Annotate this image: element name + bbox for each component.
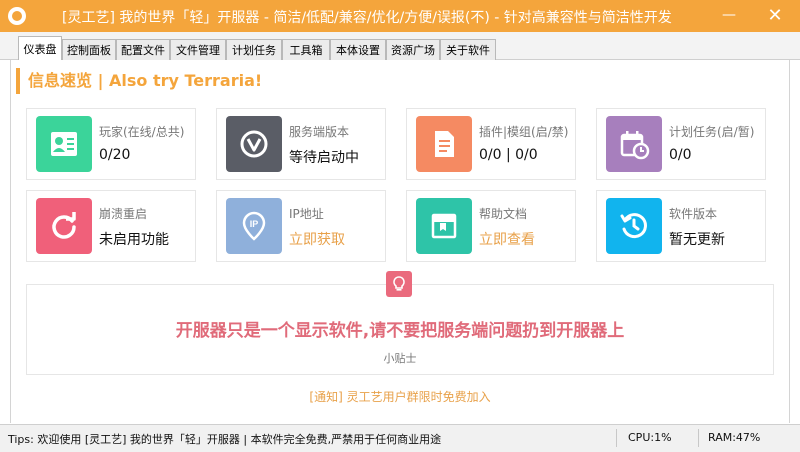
server-version-value: 等待启动中 — [289, 150, 359, 166]
software-version-card: 软件版本 暂无更新 — [596, 190, 766, 262]
user-card-icon — [36, 116, 92, 172]
calendar-clock-icon — [606, 116, 662, 172]
scheduled-tasks-label: 计划任务(启/暂) — [669, 125, 755, 139]
close-button[interactable]: ✕ — [752, 0, 798, 30]
ip-address-card[interactable]: IP IP地址 立即获取 — [216, 190, 386, 262]
ip-address-link[interactable]: 立即获取 — [289, 229, 345, 249]
svg-text:IP: IP — [250, 219, 259, 229]
help-docs-card[interactable]: 帮助文档 立即查看 — [406, 190, 576, 262]
status-divider — [616, 429, 617, 447]
restart-icon — [36, 198, 92, 254]
plugins-mods-value: 0/0 | 0/0 — [479, 147, 538, 163]
version-v-icon — [226, 116, 282, 172]
help-docs-label: 帮助文档 — [479, 207, 528, 221]
scheduled-tasks-value: 0/0 — [669, 147, 692, 163]
ip-location-icon: IP — [226, 198, 282, 254]
status-tip: Tips: 欢迎使用 [灵工艺] 我的世界「轻」开服器 | 本软件完全免费,严禁… — [8, 433, 442, 446]
software-version-label: 软件版本 — [669, 207, 718, 221]
minimize-button[interactable]: — — [706, 0, 752, 30]
software-version-value: 暂无更新 — [669, 232, 725, 248]
status-bar: Tips: 欢迎使用 [灵工艺] 我的世界「轻」开服器 | 本软件完全免费,严禁… — [0, 424, 800, 452]
history-icon — [606, 198, 662, 254]
ram-usage: RAM:47% — [708, 431, 761, 444]
plugins-mods-label: 插件|模组(启/禁) — [479, 125, 569, 139]
tab-toolbox[interactable]: 工具箱 — [282, 39, 330, 60]
tab-config-files[interactable]: 配置文件 — [116, 39, 170, 60]
plugins-mods-card: 插件|模组(启/禁) 0/0 | 0/0 — [406, 108, 576, 180]
tab-settings[interactable]: 本体设置 — [330, 39, 386, 60]
tab-file-manager[interactable]: 文件管理 — [170, 39, 226, 60]
tab-resource-plaza[interactable]: 资源广场 — [386, 39, 440, 60]
crash-restart-value: 未启用功能 — [99, 232, 169, 248]
ip-address-label: IP地址 — [289, 207, 324, 221]
book-icon — [416, 198, 472, 254]
server-version-label: 服务端版本 — [289, 125, 350, 139]
status-divider — [698, 429, 699, 447]
tab-dashboard[interactable]: 仪表盘 — [18, 36, 62, 61]
tip-caption: 小贴士 — [383, 352, 417, 365]
crash-restart-card: 崩溃重启 未启用功能 — [26, 190, 196, 262]
tab-about[interactable]: 关于软件 — [440, 39, 496, 60]
scheduled-tasks-card: 计划任务(启/暂) 0/0 — [596, 108, 766, 180]
players-value: 0/20 — [99, 147, 131, 163]
window-title: [灵工艺] 我的世界「轻」开服器 - 简洁/低配/兼容/优化/方便/误报(不) … — [62, 10, 672, 26]
tab-scheduled-tasks[interactable]: 计划任务 — [226, 39, 282, 60]
group-join-link[interactable]: [通知] 灵工艺用户群限时免费加入 — [0, 388, 800, 405]
tab-control-panel[interactable]: 控制面板 — [62, 39, 116, 60]
document-icon — [416, 116, 472, 172]
help-docs-link[interactable]: 立即查看 — [479, 229, 535, 249]
tab-bar: 仪表盘 控制面板 配置文件 文件管理 计划任务 工具箱 本体设置 资源广场 关于… — [0, 32, 800, 61]
lightbulb-icon — [386, 271, 412, 297]
title-bar[interactable]: [灵工艺] 我的世界「轻」开服器 - 简洁/低配/兼容/优化/方便/误报(不) … — [0, 0, 800, 32]
server-version-card: 服务端版本 等待启动中 — [216, 108, 386, 180]
players-label: 玩家(在线/总共) — [99, 125, 185, 139]
crash-restart-label: 崩溃重启 — [99, 207, 148, 221]
app-logo-icon — [8, 7, 26, 25]
cpu-usage: CPU:1% — [628, 431, 672, 444]
tip-message: 开服器只是一个显示软件,请不要把服务端问题扔到开服器上 — [175, 321, 625, 341]
players-card: 玩家(在线/总共) 0/20 — [26, 108, 196, 180]
section-title: 信息速览 | Also try Terraria! — [16, 68, 262, 94]
